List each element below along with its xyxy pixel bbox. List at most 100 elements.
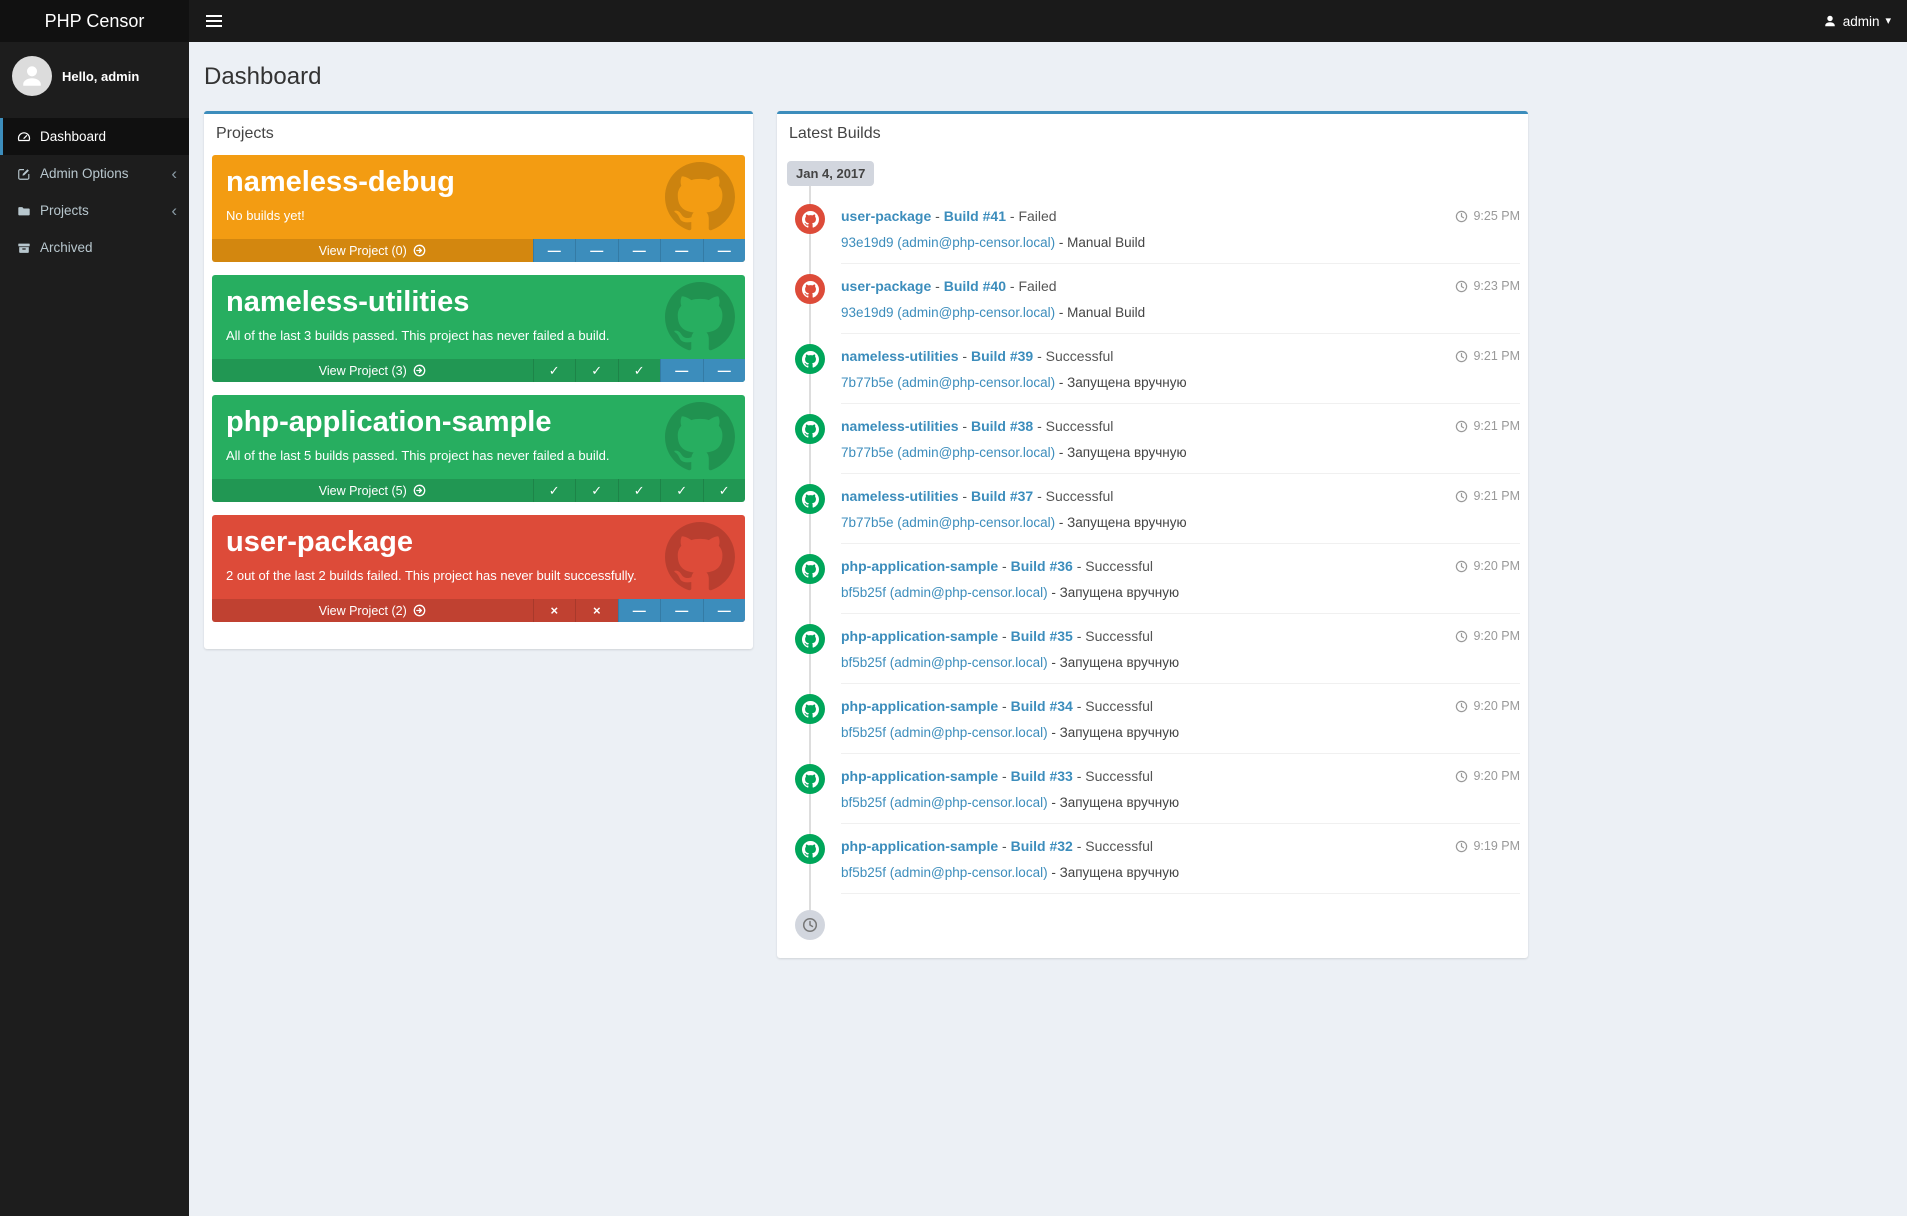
build-time-label: 9:21 PM	[1473, 489, 1520, 503]
build-status-square-ok[interactable]: ✓	[575, 479, 618, 502]
commit-link[interactable]: bf5b25f (admin@php-censor.local)	[841, 655, 1048, 670]
build-number-link[interactable]: Build #32	[1011, 838, 1073, 854]
sidebar-item-dashboard[interactable]: Dashboard	[0, 118, 189, 155]
build-project-link[interactable]: nameless-utilities	[841, 348, 959, 364]
separator: -	[931, 278, 944, 294]
sidebar-item-label: Archived	[40, 240, 93, 255]
build-timeline-item: 9:23 PM user-package - Build #40 - Faile…	[785, 274, 1520, 334]
build-body: bf5b25f (admin@php-censor.local) - Запущ…	[841, 793, 1520, 824]
github-logo-watermark	[665, 402, 735, 472]
separator: -	[1055, 305, 1068, 320]
separator: -	[958, 488, 971, 504]
commit-link[interactable]: 7b77b5e (admin@php-censor.local)	[841, 445, 1055, 460]
build-status-squares: × × — — —	[532, 599, 745, 622]
build-status-square-none[interactable]: —	[532, 239, 575, 262]
build-time-label: 9:19 PM	[1473, 839, 1520, 853]
build-status-square-none[interactable]: —	[702, 599, 745, 622]
octocat-icon	[802, 701, 819, 718]
arrow-circle-right-icon	[413, 364, 426, 377]
sidebar-user-panel: Hello, admin	[0, 42, 189, 110]
project-card: nameless-debug No builds yet! View Proje…	[212, 155, 745, 262]
build-number-link[interactable]: Build #37	[971, 488, 1033, 504]
build-project-link[interactable]: php-application-sample	[841, 628, 998, 644]
octocat-icon	[802, 491, 819, 508]
build-status-square-none[interactable]: —	[575, 239, 618, 262]
view-project-link[interactable]: View Project (3)	[212, 359, 533, 382]
octocat-icon	[802, 631, 819, 648]
build-status-square-ok[interactable]: ✓	[617, 359, 661, 382]
build-status-square-ok[interactable]: ✓	[575, 359, 618, 382]
build-status-square-ok[interactable]: ✓	[660, 479, 703, 502]
build-time: 9:20 PM	[1455, 769, 1520, 783]
commit-link[interactable]: 93e19d9 (admin@php-censor.local)	[841, 235, 1055, 250]
build-status-square-ok[interactable]: ✓	[532, 479, 576, 502]
build-status-square-fail[interactable]: ×	[575, 599, 618, 622]
sidebar-item-archived[interactable]: Archived	[0, 229, 189, 266]
build-number-link[interactable]: Build #41	[944, 208, 1006, 224]
sidebar-item-projects[interactable]: Projects ‹	[0, 192, 189, 229]
build-status-square-none[interactable]: —	[702, 359, 745, 382]
build-number-link[interactable]: Build #33	[1011, 768, 1073, 784]
commit-link[interactable]: bf5b25f (admin@php-censor.local)	[841, 585, 1048, 600]
build-project-link[interactable]: php-application-sample	[841, 698, 998, 714]
view-project-link[interactable]: View Project (0)	[212, 239, 533, 262]
octocat-icon	[802, 561, 819, 578]
sidebar-toggle-button[interactable]	[189, 0, 239, 42]
build-status-squares: ✓ ✓ ✓ ✓ ✓	[532, 479, 746, 502]
build-number-link[interactable]: Build #39	[971, 348, 1033, 364]
archive-icon	[17, 241, 31, 255]
project-card: nameless-utilities All of the last 3 bui…	[212, 275, 745, 382]
build-project-link[interactable]: nameless-utilities	[841, 488, 959, 504]
build-number-link[interactable]: Build #38	[971, 418, 1033, 434]
separator: -	[1047, 585, 1060, 600]
build-project-link[interactable]: nameless-utilities	[841, 418, 959, 434]
build-number-link[interactable]: Build #35	[1011, 628, 1073, 644]
build-status-square-none[interactable]: —	[660, 239, 703, 262]
build-time: 9:21 PM	[1455, 419, 1520, 433]
build-header: 9:20 PM php-application-sample - Build #…	[841, 764, 1520, 793]
view-project-link[interactable]: View Project (2)	[212, 599, 533, 622]
build-status-square-none[interactable]: —	[660, 599, 703, 622]
build-status-square-ok[interactable]: ✓	[532, 359, 576, 382]
build-project-link[interactable]: user-package	[841, 278, 931, 294]
build-project-link[interactable]: user-package	[841, 208, 931, 224]
build-note: Manual Build	[1067, 305, 1146, 320]
separator: -	[958, 418, 971, 434]
build-status-square-fail[interactable]: ×	[532, 599, 576, 622]
project-status-message: All of the last 5 builds passed. This pr…	[226, 448, 610, 463]
build-timeline-item: 9:20 PM php-application-sample - Build #…	[785, 624, 1520, 684]
build-header: 9:19 PM php-application-sample - Build #…	[841, 834, 1520, 863]
build-status-square-none[interactable]: —	[660, 359, 703, 382]
github-logo-watermark	[665, 162, 735, 232]
arrow-circle-right-icon	[413, 484, 426, 497]
build-status-square-ok[interactable]: ✓	[702, 479, 746, 502]
build-status: Successful	[1085, 628, 1153, 644]
commit-link[interactable]: 7b77b5e (admin@php-censor.local)	[841, 515, 1055, 530]
content-area: Dashboard Projects nameless-debug No bui…	[189, 42, 1907, 1216]
view-project-link[interactable]: View Project (5)	[212, 479, 533, 502]
commit-link[interactable]: bf5b25f (admin@php-censor.local)	[841, 725, 1048, 740]
commit-link[interactable]: bf5b25f (admin@php-censor.local)	[841, 865, 1048, 880]
commit-link[interactable]: 7b77b5e (admin@php-censor.local)	[841, 375, 1055, 390]
build-number-link[interactable]: Build #40	[944, 278, 1006, 294]
build-time: 9:20 PM	[1455, 699, 1520, 713]
build-body: bf5b25f (admin@php-censor.local) - Запущ…	[841, 863, 1520, 894]
build-number-link[interactable]: Build #36	[1011, 558, 1073, 574]
build-timeline-item: 9:21 PM nameless-utilities - Build #37 -…	[785, 484, 1520, 544]
sidebar-item-admin-options[interactable]: Admin Options ‹	[0, 155, 189, 192]
build-number-link[interactable]: Build #34	[1011, 698, 1073, 714]
build-status-square-none[interactable]: —	[617, 239, 660, 262]
build-project-link[interactable]: php-application-sample	[841, 838, 998, 854]
commit-link[interactable]: 93e19d9 (admin@php-censor.local)	[841, 305, 1055, 320]
user-menu[interactable]: admin ▾	[1807, 0, 1907, 42]
separator: -	[1033, 348, 1046, 364]
separator: -	[1047, 725, 1060, 740]
build-timeline-item: 9:19 PM php-application-sample - Build #…	[785, 834, 1520, 894]
build-status-square-ok[interactable]: ✓	[617, 479, 661, 502]
commit-link[interactable]: bf5b25f (admin@php-censor.local)	[841, 795, 1048, 810]
build-status-square-none[interactable]: —	[702, 239, 745, 262]
build-project-link[interactable]: php-application-sample	[841, 558, 998, 574]
build-project-link[interactable]: php-application-sample	[841, 768, 998, 784]
app-logo[interactable]: PHP Censor	[0, 0, 189, 42]
build-status-square-none[interactable]: —	[617, 599, 660, 622]
